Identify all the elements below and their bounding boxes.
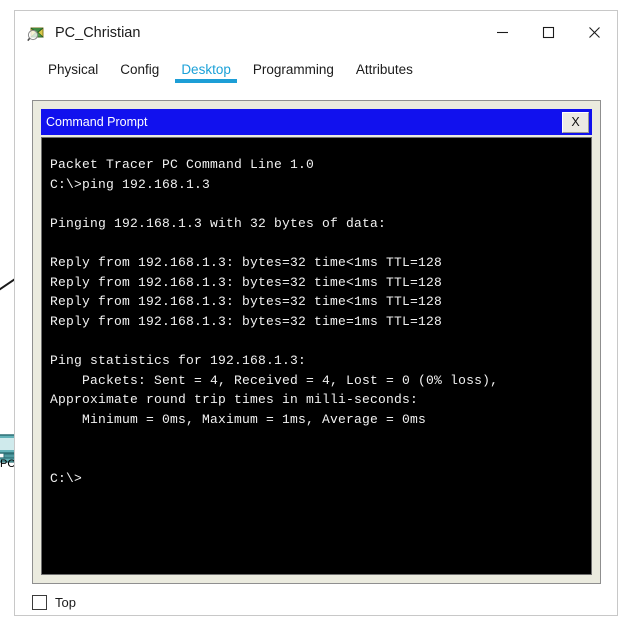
minimize-icon (496, 31, 508, 34)
tab-physical[interactable]: Physical (37, 62, 109, 85)
device-window: PC_Christian Physical Config Desktop Pro… (14, 10, 618, 616)
tab-config[interactable]: Config (109, 62, 170, 85)
tab-desktop[interactable]: Desktop (170, 62, 242, 85)
command-prompt-title-bar: Command Prompt X (41, 109, 592, 135)
top-checkbox[interactable] (32, 594, 47, 610)
minimize-button[interactable] (479, 11, 525, 54)
command-prompt-close-button[interactable]: X (562, 111, 589, 133)
top-checkbox-label: Top (55, 594, 76, 610)
tab-programming[interactable]: Programming (242, 62, 345, 85)
tab-strip: Physical Config Desktop Programming Attr… (15, 54, 617, 85)
close-button[interactable] (571, 11, 617, 54)
window-title: PC_Christian (55, 24, 141, 41)
maximize-button[interactable] (525, 11, 571, 54)
maximize-icon (542, 26, 554, 39)
desktop-panel: Command Prompt X Packet Tracer PC Comman… (32, 100, 601, 584)
terminal-output: Packet Tracer PC Command Line 1.0 C:\>pi… (50, 157, 499, 486)
terminal-area[interactable]: Packet Tracer PC Command Line 1.0 C:\>pi… (41, 137, 592, 575)
window-title-bar: PC_Christian (15, 11, 617, 54)
packet-tracer-icon (27, 27, 44, 41)
window-controls (479, 11, 617, 54)
tab-attributes[interactable]: Attributes (345, 62, 424, 85)
close-icon (588, 27, 600, 38)
command-prompt-title: Command Prompt (46, 115, 148, 129)
footer-bar: Top (15, 589, 617, 615)
